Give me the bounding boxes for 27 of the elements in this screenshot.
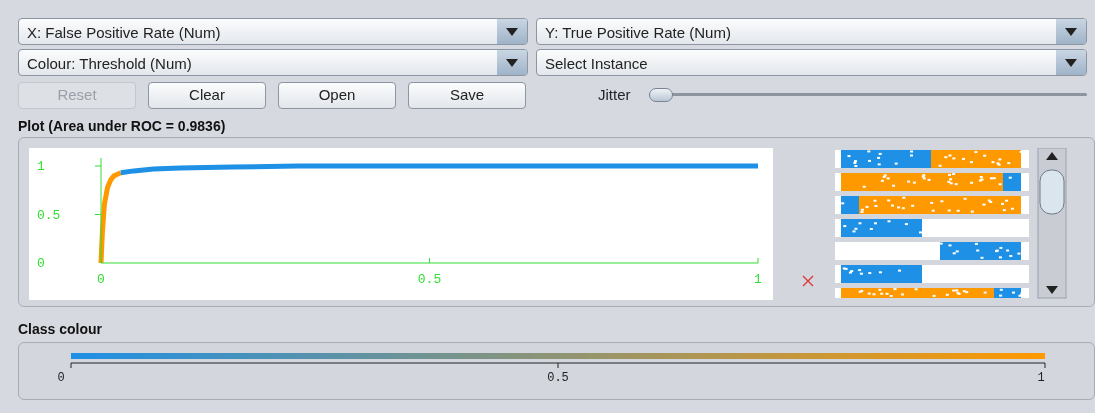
button[interactable]: Save xyxy=(408,81,526,109)
jitter-label: Jitter xyxy=(598,84,631,105)
scale-tick-label: 0 xyxy=(57,371,65,385)
scrollbar[interactable] xyxy=(1037,148,1067,299)
class-colour-title: Class colour xyxy=(18,320,104,339)
x-tick-label: 0 xyxy=(97,272,105,287)
caret-icon xyxy=(1065,58,1077,67)
jitter-slider[interactable] xyxy=(648,85,1087,105)
dropdown[interactable]: Colour: Threshold (Num) xyxy=(18,49,528,76)
y-tick-label: 0 xyxy=(37,256,45,271)
x-tick-label: 0.5 xyxy=(417,272,442,287)
plot-title: Plot (Area under ROC = 0.9836) xyxy=(18,117,227,136)
caret-icon xyxy=(506,58,518,67)
slider-thumb[interactable] xyxy=(648,88,673,102)
y-tick-label: 1 xyxy=(37,159,45,174)
y-tick-label: 0.5 xyxy=(37,207,61,223)
caret-icon xyxy=(1065,27,1077,36)
button[interactable]: Open xyxy=(278,81,396,109)
x-tick-label: 1 xyxy=(754,272,762,287)
caret-icon xyxy=(506,27,518,36)
dropdown[interactable]: Select Instance xyxy=(536,49,1087,76)
scale-tick-label: 1 xyxy=(1037,371,1045,385)
cross-icon xyxy=(802,275,814,287)
dropdown[interactable]: X: False Positive Rate (Num) xyxy=(18,18,528,45)
scale-tick-label: 0.5 xyxy=(547,371,569,385)
dropdown[interactable]: Y: True Positive Rate (Num) xyxy=(536,18,1087,45)
button[interactable]: Clear xyxy=(148,81,266,109)
